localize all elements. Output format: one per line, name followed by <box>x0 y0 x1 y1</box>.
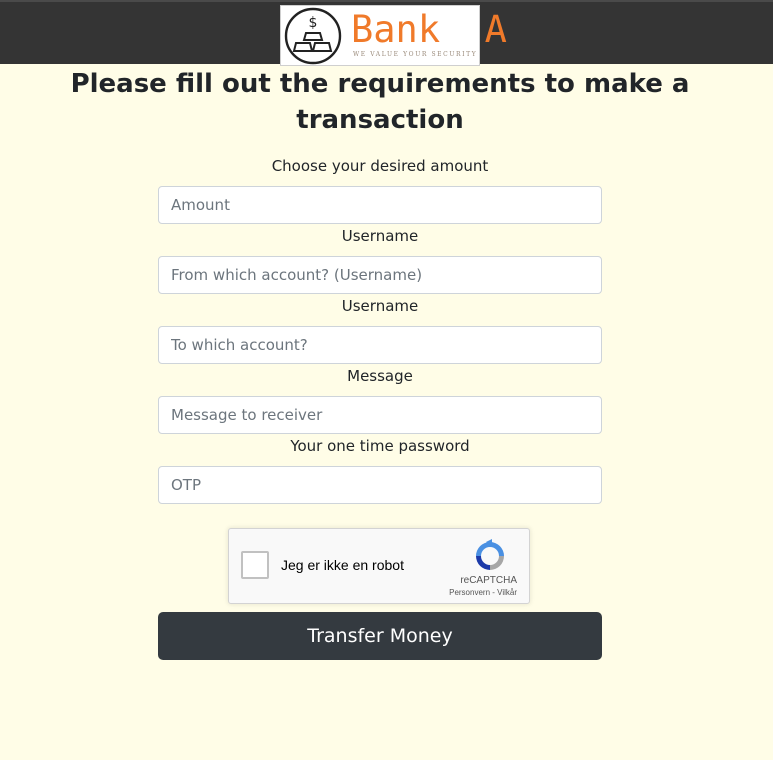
transfer-money-button[interactable]: Transfer Money <box>158 612 602 660</box>
message-input[interactable] <box>158 396 602 434</box>
otp-label: Your one time password <box>290 437 470 455</box>
page-title: Please fill out the requirements to make… <box>70 69 690 135</box>
recaptcha-terms-link[interactable]: Vilkår <box>497 588 517 597</box>
message-label: Message <box>347 367 413 385</box>
recaptcha-brand: reCAPTCHA <box>460 575 517 586</box>
gold-bars-dollar-icon: $ <box>284 7 342 65</box>
from-username-label: Username <box>341 227 419 245</box>
to-username-label: Username <box>341 297 419 315</box>
svg-text:$: $ <box>309 15 318 31</box>
recaptcha-icon <box>476 539 504 570</box>
top-navbar: $ Bank A We value your security <box>0 0 773 66</box>
amount-input[interactable] <box>158 186 602 224</box>
recaptcha-links: Personvern - Vilkår <box>449 588 517 597</box>
from-account-input[interactable] <box>158 256 602 294</box>
recaptcha-privacy-link[interactable]: Personvern <box>449 588 490 597</box>
brand-name: Bank A <box>351 8 507 51</box>
otp-input[interactable] <box>158 466 602 504</box>
to-account-input[interactable] <box>158 326 602 364</box>
recaptcha-checkbox[interactable] <box>241 551 269 579</box>
bank-logo[interactable]: $ Bank A We value your security <box>280 5 507 66</box>
recaptcha-widget: Jeg er ikke en robot reCAPTCHA Personver… <box>228 528 530 604</box>
brand-tagline: We value your security <box>353 51 478 58</box>
recaptcha-label: Jeg er ikke en robot <box>281 557 404 573</box>
amount-label: Choose your desired amount <box>271 157 489 175</box>
